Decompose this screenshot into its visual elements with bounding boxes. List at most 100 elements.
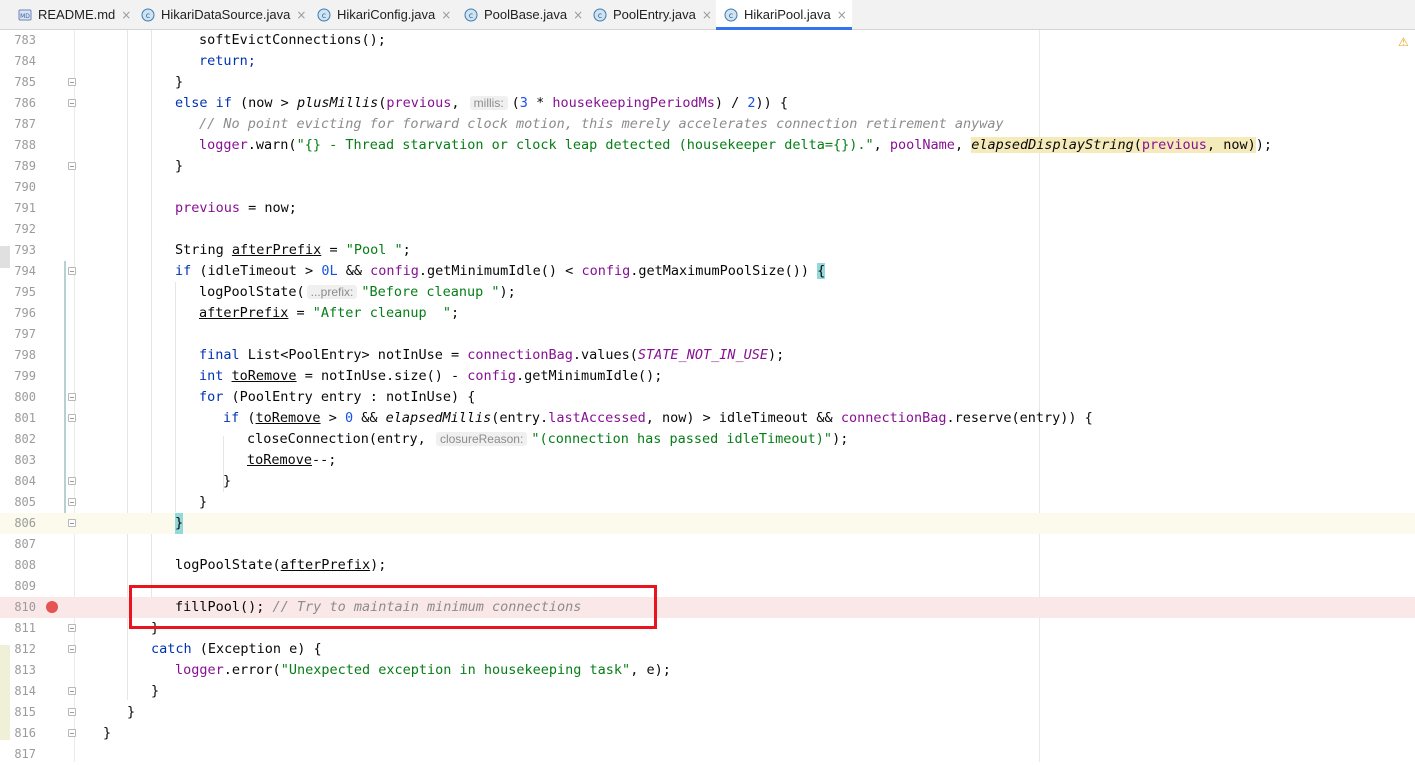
fold-marker-icon[interactable] [68,624,76,632]
param-hint: ...prefix: [306,285,358,299]
code-line[interactable]: 804 } [0,471,1415,492]
param-hint: closureReason: [435,432,528,446]
code-text: logger.warn("{} - Thread starvation or c… [199,137,1272,153]
code-line[interactable]: 816 } [0,723,1415,744]
code-line[interactable]: 797 [0,324,1415,345]
fold-marker-icon[interactable] [68,78,76,86]
line-number: 815 [14,705,36,719]
breakpoint-icon[interactable] [46,601,58,613]
java-class-icon: c [317,8,331,22]
tab-label: PoolEntry.java [613,7,696,22]
code-line[interactable]: 812 catch (Exception e) { [0,639,1415,660]
code-text: if (toRemove > 0 && elapsedMillis(entry.… [223,410,1093,426]
close-icon[interactable]: × [121,8,131,22]
tab-label: HikariPool.java [744,7,831,22]
code-text: afterPrefix = "After cleanup "; [199,305,460,321]
code-text: int toRemove = notInUse.size() - config.… [199,368,663,384]
code-line[interactable]: 784 return; [0,51,1415,72]
code-line[interactable]: 799 int toRemove = notInUse.size() - con… [0,366,1415,387]
code-line[interactable]: 803 toRemove--; [0,450,1415,471]
code-text: String afterPrefix = "Pool "; [175,242,411,258]
code-text: } [151,683,160,699]
line-number: 801 [14,411,36,425]
line-number: 790 [14,180,36,194]
code-line[interactable]: 795 logPoolState(...prefix: "Before clean… [0,282,1415,303]
line-number: 812 [14,642,36,656]
line-number: 808 [14,558,36,572]
editor-tab-bar: MD README.md × c HikariDataSource.java ×… [0,0,1415,30]
fold-marker-icon[interactable] [68,645,76,653]
code-line[interactable]: 814 } [0,681,1415,702]
code-line[interactable]: 793 String afterPrefix = "Pool "; [0,240,1415,261]
fold-marker-icon[interactable] [68,414,76,422]
fold-marker-icon[interactable] [68,99,76,107]
fold-marker-icon[interactable] [68,519,76,527]
code-line[interactable]: 813 logger.error("Unexpected exception i… [0,660,1415,681]
code-line[interactable]: 800 for (PoolEntry entry : notInUse) { [0,387,1415,408]
code-line[interactable]: 808 logPoolState(afterPrefix); [0,555,1415,576]
code-line[interactable]: 788 logger.warn("{} - Thread starvation … [0,135,1415,156]
code-line[interactable]: 801 if (toRemove > 0 && elapsedMillis(en… [0,408,1415,429]
code-line[interactable]: 791 previous = now; [0,198,1415,219]
line-number: 813 [14,663,36,677]
tab-label: HikariDataSource.java [161,7,291,22]
code-line[interactable]: 794 if (idleTimeout > 0L && config.getMi… [0,261,1415,282]
fold-marker-icon[interactable] [68,729,76,737]
fold-marker-icon[interactable] [68,708,76,716]
code-text: logger.error("Unexpected exception in ho… [175,662,671,678]
code-line[interactable]: 802 closeConnection(entry, closureReason… [0,429,1415,450]
code-line[interactable]: 807 [0,534,1415,555]
tab-readme[interactable]: MD README.md × [18,0,140,29]
fold-marker-icon[interactable] [68,498,76,506]
code-line[interactable]: 783 softEvictConnections(); [0,30,1415,51]
matched-brace: } [175,513,184,534]
tab-pool-base[interactable]: c PoolBase.java × [464,0,583,29]
java-class-icon: c [141,8,155,22]
code-line[interactable]: 815 } [0,702,1415,723]
code-line[interactable]: 796 afterPrefix = "After cleanup "; [0,303,1415,324]
code-text: } [103,725,112,741]
code-line[interactable]: 798 final List<PoolEntry> notInUse = con… [0,345,1415,366]
line-number: 802 [14,432,36,446]
close-icon[interactable]: × [296,8,306,22]
tab-label: HikariConfig.java [337,7,436,22]
tab-hikari-pool[interactable]: c HikariPool.java × [716,0,852,30]
code-line[interactable]: 790 [0,177,1415,198]
fold-marker-icon[interactable] [68,267,76,275]
fold-marker-icon[interactable] [68,162,76,170]
code-line[interactable]: 792 [0,219,1415,240]
line-number: 783 [14,33,36,47]
code-text: for (PoolEntry entry : notInUse) { [199,389,476,405]
code-line-current[interactable]: 806 } [0,513,1415,534]
fold-marker-icon[interactable] [68,477,76,485]
close-icon[interactable]: × [573,8,583,22]
code-editor[interactable]: ⚠ 783 softEvictConnections(); 784 return… [0,30,1415,762]
code-line[interactable]: 789 } [0,156,1415,177]
close-icon[interactable]: × [441,8,451,22]
code-line[interactable]: 786 else if (now > plusMillis(previous, … [0,93,1415,114]
code-text: closeConnection(entry, closureReason: "(c… [247,431,849,447]
fold-marker-icon[interactable] [68,393,76,401]
tab-label: PoolBase.java [484,7,568,22]
tab-pool-entry[interactable]: c PoolEntry.java × [593,0,713,29]
code-line[interactable]: 785 } [0,72,1415,93]
line-number: 786 [14,96,36,110]
line-number: 796 [14,306,36,320]
close-icon[interactable]: × [837,8,847,22]
svg-text:c: c [322,11,326,20]
java-class-icon: c [464,8,478,22]
close-icon[interactable]: × [702,8,712,22]
code-text: final List<PoolEntry> notInUse = connect… [199,347,785,363]
line-number: 789 [14,159,36,173]
line-number: 807 [14,537,36,551]
code-text: softEvictConnections(); [199,32,386,48]
code-line[interactable]: 805 } [0,492,1415,513]
line-number: 814 [14,684,36,698]
line-number: 794 [14,264,36,278]
fold-marker-icon[interactable] [68,687,76,695]
line-number: 806 [14,516,36,530]
tab-hikari-datasource[interactable]: c HikariDataSource.java × [141,0,306,29]
code-line[interactable]: 787 // No point evicting for forward clo… [0,114,1415,135]
tab-label: README.md [38,7,116,22]
tab-hikari-config[interactable]: c HikariConfig.java × [317,0,453,29]
